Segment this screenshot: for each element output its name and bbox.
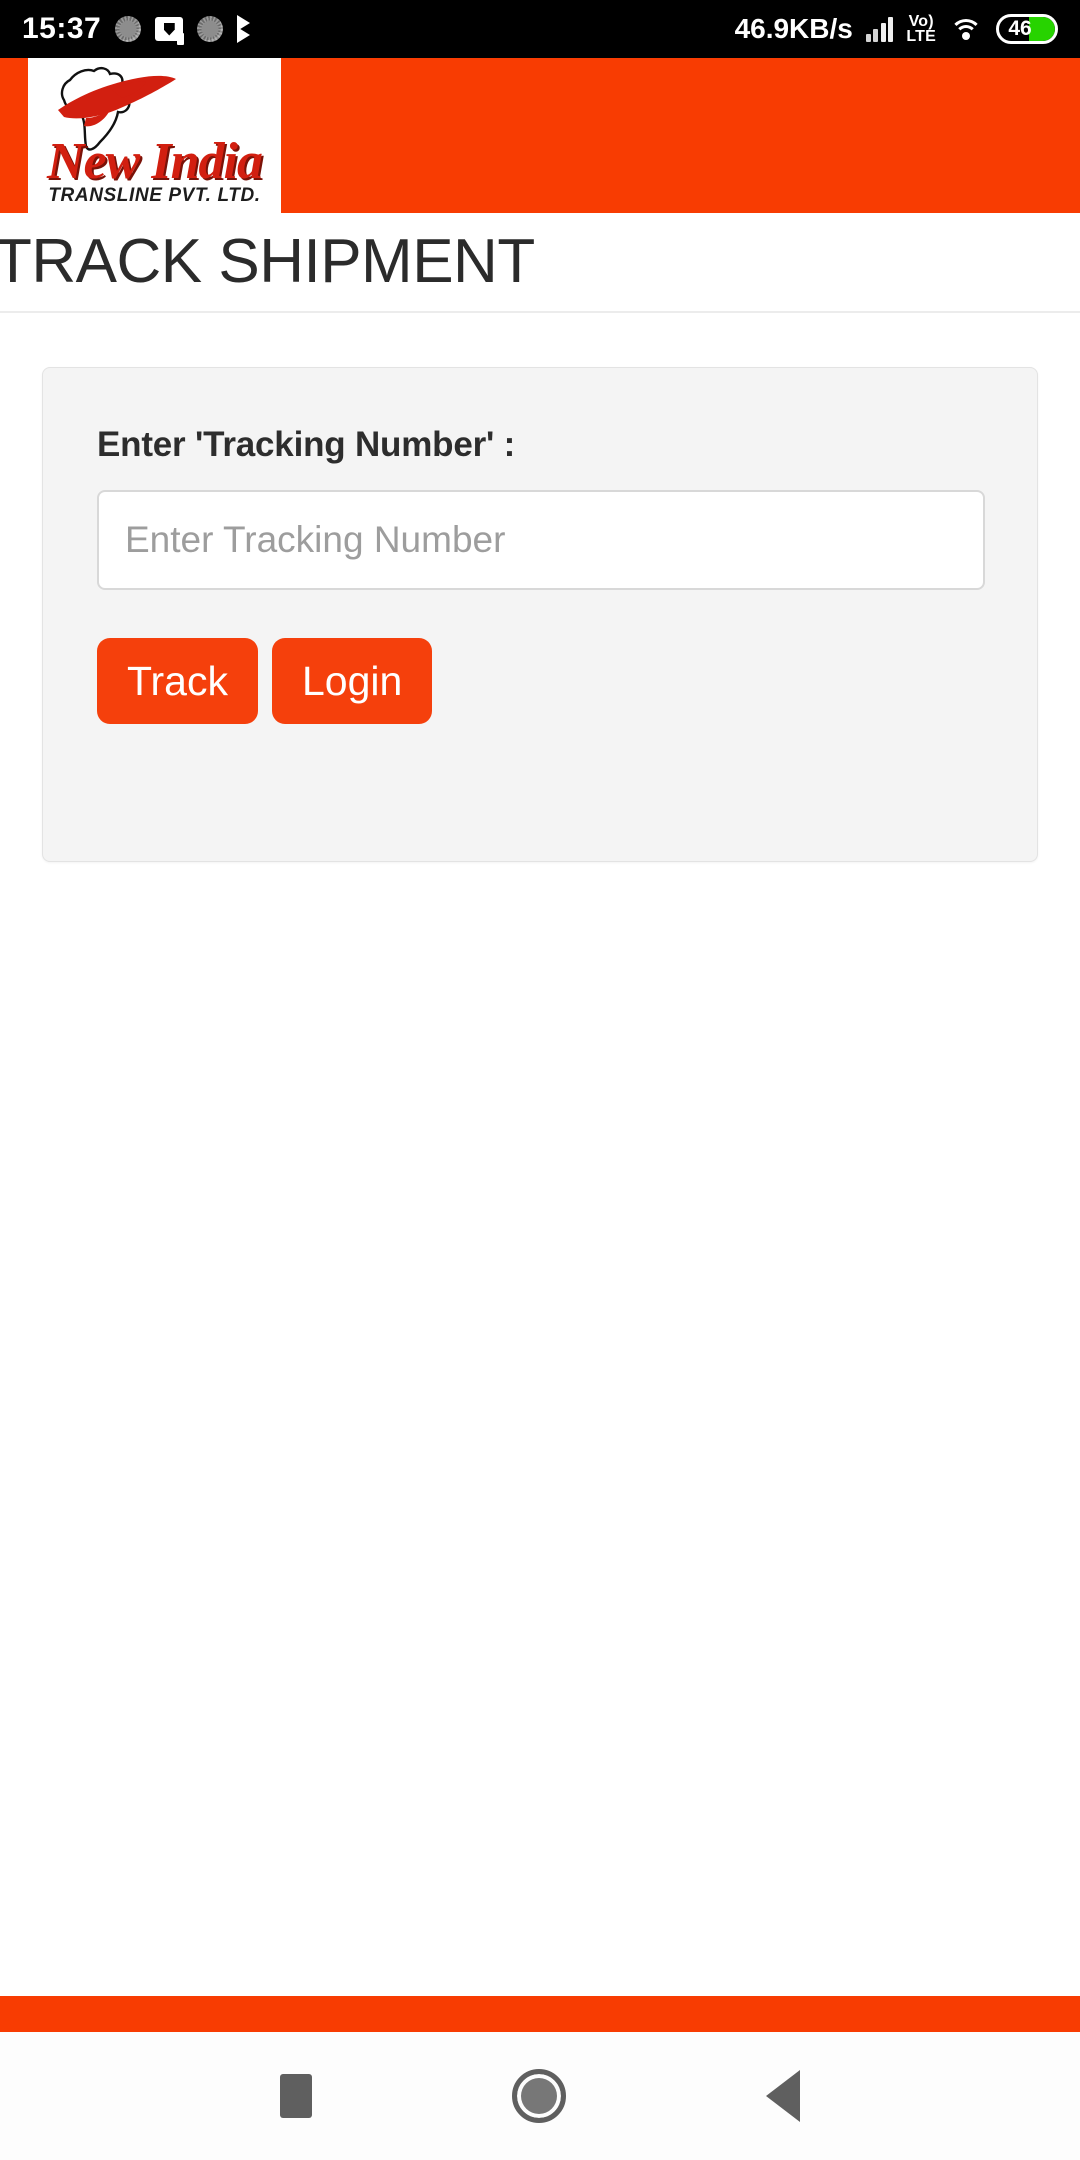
app-header: New India TRANSLINE PVT. LTD. [0,58,1080,213]
tracking-number-label: Enter 'Tracking Number' : [97,425,516,464]
spinner-icon-2 [197,16,224,42]
clock: 15:37 [22,12,102,45]
card-button-row: Track Login [97,638,433,724]
wifi-icon [949,16,983,42]
android-nav-bar [0,2032,1080,2160]
page-title-bar: TRACK SHIPMENT [0,213,1080,313]
back-button-icon[interactable] [766,2070,800,2122]
tracking-number-input[interactable] [97,490,985,590]
track-button[interactable]: Track [97,638,258,724]
logo-company-name: New India [47,133,263,191]
battery-percent-label: 46 [1008,17,1032,40]
status-bar-right: 46.9KB/s Vo) LTE 46 [735,13,1058,45]
signal-icon [865,16,894,42]
home-button-icon[interactable] [512,2069,566,2123]
status-bar-left: 15:37 [22,12,257,46]
page-title: TRACK SHIPMENT [0,227,535,296]
status-bar: 15:37 46.9KB/s Vo) LTE 46 [0,0,1080,58]
logo-company-subtitle: TRANSLINE PVT. LTD. [48,185,261,206]
tracking-card: Enter 'Tracking Number' : Track Login [42,367,1038,862]
phone-screen: 15:37 46.9KB/s Vo) LTE 46 New India TRAN… [0,0,1080,2160]
volte-icon: Vo) LTE [906,14,936,45]
chevron-double-down-icon [237,15,257,43]
volte-line-2: LTE [906,28,936,45]
login-button[interactable]: Login [271,638,433,724]
network-speed-label: 46.9KB/s [734,13,853,44]
company-logo[interactable]: New India TRANSLINE PVT. LTD. [28,58,281,213]
recents-button-icon[interactable] [280,2074,312,2118]
battery-icon: 46 [996,14,1058,44]
logo-wordmark: New India TRANSLINE PVT. LTD. [28,133,281,207]
page-footer-bar [0,1996,1080,2032]
spinner-icon [115,16,142,42]
cast-icon [155,17,185,45]
